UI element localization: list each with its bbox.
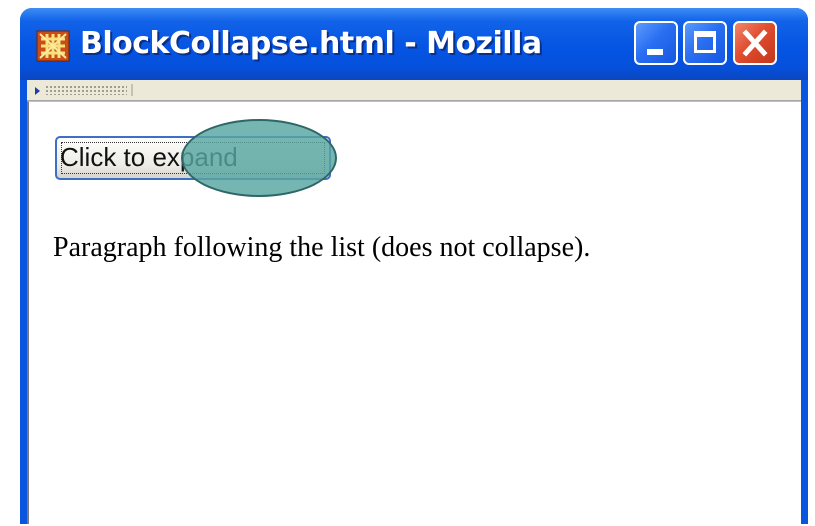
mozilla-app-icon[interactable] [36,30,70,62]
window-title: BlockCollapse.html - Mozilla [80,26,542,61]
browser-window: BlockCollapse.html - Mozilla Click to ex… [20,8,808,524]
toolbar-grip[interactable] [31,84,133,96]
maximize-button[interactable] [683,21,727,65]
expand-button[interactable]: Click to expand [55,136,331,180]
close-icon [742,29,768,57]
minimize-icon [647,49,663,55]
title-bar[interactable]: BlockCollapse.html - Mozilla [20,8,808,80]
minimize-button[interactable] [634,21,678,65]
expand-toolbar-arrow-icon[interactable] [35,87,40,95]
collapsed-toolbar [27,80,801,101]
page-content: Click to expand Paragraph following the … [27,101,801,524]
expand-button-label: Click to expand [60,142,238,172]
grip-dots-icon [45,85,127,95]
paragraph-text: Paragraph following the list (does not c… [53,232,591,263]
maximize-icon [694,31,716,53]
close-button[interactable] [733,21,777,65]
